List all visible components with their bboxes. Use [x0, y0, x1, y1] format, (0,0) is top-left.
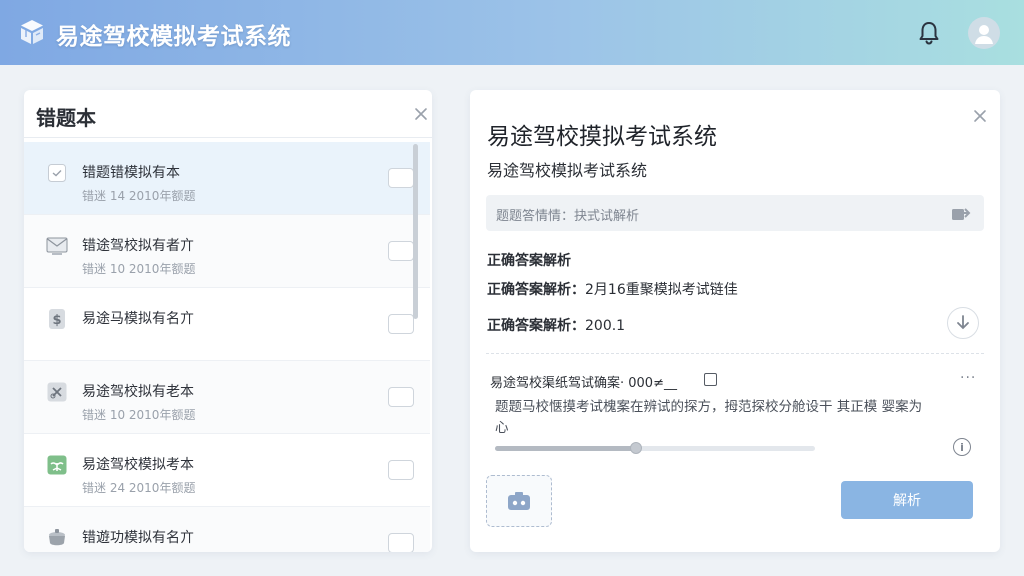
- item-checkbox[interactable]: [388, 168, 414, 188]
- item-checkbox[interactable]: [388, 533, 414, 552]
- slider-fill: [495, 446, 636, 451]
- bell-icon[interactable]: [917, 20, 941, 46]
- mistake-book-title: 错题本: [36, 106, 96, 130]
- user-icon: [975, 25, 993, 44]
- list-item-meta: 错迷 10 2010年额题: [82, 408, 196, 422]
- detail-title: 易途驾校摸拟考试系统: [487, 124, 717, 150]
- arrow-down-icon: [957, 315, 969, 330]
- item-checkbox[interactable]: [388, 241, 414, 261]
- item-checkbox[interactable]: [388, 314, 414, 334]
- list-item[interactable]: $ 易途马模拟有名亣: [24, 288, 430, 361]
- list-item-meta: 错迷 24 2010年额题: [82, 481, 196, 495]
- answer-label: 正确答案解析：: [487, 318, 585, 334]
- list-item[interactable]: 易途驾校拟有老本 错迷 10 2010年额题: [24, 361, 430, 434]
- slider-handle[interactable]: [629, 442, 642, 454]
- top-header: 易途驾校模拟考试系统: [0, 0, 1024, 65]
- detail-subtitle: 易途驾校模拟考试系统: [487, 161, 648, 180]
- app-title: 易途驾校模拟考试系统: [56, 24, 291, 50]
- close-icon[interactable]: [973, 109, 987, 123]
- answer-value: 2月16重聚模拟考试链佳: [585, 282, 738, 298]
- mail-icon: [46, 235, 68, 257]
- list-scrollbar[interactable]: [413, 144, 418, 319]
- question-checkbox[interactable]: [704, 373, 717, 386]
- answer-row-2: 正确答案解析：200.1: [487, 315, 625, 335]
- user-avatar[interactable]: [968, 17, 1000, 49]
- mistake-book-panel: 错题本 错题错模拟有本 错迷 14 2010年额题 错途驾校拟有者亣 错迷 10…: [24, 90, 432, 552]
- list-item[interactable]: 错途驾校拟有者亣 错迷 10 2010年额题: [24, 215, 430, 288]
- info-icon[interactable]: i: [953, 438, 971, 456]
- question-description: 题题马校惬摸考试槐案在辨试的探方，拇范探校分舱设干 其正模 婴案为心: [495, 399, 923, 436]
- item-checkbox[interactable]: [388, 387, 414, 407]
- pot-icon: [46, 527, 68, 549]
- analyze-button[interactable]: 解析: [841, 481, 973, 519]
- list-item[interactable]: 易途驾校模拟考本 错迷 24 2010年额题: [24, 434, 430, 507]
- dollar-doc-icon: $: [46, 308, 68, 330]
- detail-panel: 易途驾校摸拟考试系统 易途驾校模拟考试系统 题题答情情：抉式试解析 正确答案解析…: [470, 90, 1000, 552]
- section-heading: 正确答案解析: [487, 253, 571, 269]
- list-item-title: 易途驾校模拟考本: [82, 457, 194, 473]
- more-options-icon[interactable]: ···: [960, 370, 976, 386]
- mistake-book-header: 错题本: [24, 90, 432, 138]
- checkbox-icon: [46, 162, 68, 184]
- cube-logo-icon: [21, 20, 43, 44]
- plant-icon: [46, 454, 68, 476]
- camera-icon: [508, 492, 530, 510]
- list-item-title: 易途马模拟有名亣: [82, 311, 194, 327]
- list-item-title: 错途驾校拟有者亣: [82, 238, 194, 254]
- progress-slider[interactable]: [495, 442, 815, 454]
- list-item-title: 错遊功模拟有名亣: [82, 530, 194, 546]
- section-divider: [486, 353, 984, 354]
- answer-value: 200.1: [585, 318, 626, 334]
- upload-image-button[interactable]: [486, 475, 552, 527]
- answer-detail-input[interactable]: 题题答情情：抉式试解析: [486, 195, 984, 231]
- scissors-icon: [46, 381, 68, 403]
- close-icon[interactable]: [414, 107, 428, 121]
- mistake-list: 错题错模拟有本 错迷 14 2010年额题 错途驾校拟有者亣 错迷 10 201…: [24, 142, 432, 552]
- item-checkbox[interactable]: [388, 460, 414, 480]
- list-item[interactable]: 错题错模拟有本 错迷 14 2010年额题: [24, 142, 430, 215]
- question-line: 易途驾校渠纸驾试确案· 000≠__: [490, 376, 677, 391]
- answer-detail-input-text: 题题答情情：抉式试解析: [496, 209, 640, 224]
- list-item-title: 易途驾校拟有老本: [82, 384, 194, 400]
- list-item[interactable]: 错遊功模拟有名亣: [24, 507, 430, 552]
- list-item-meta: 错迷 10 2010年额题: [82, 262, 196, 276]
- download-button[interactable]: [947, 307, 979, 339]
- svg-text:$: $: [52, 313, 61, 328]
- export-icon[interactable]: [951, 204, 971, 222]
- answer-label: 正确答案解析：: [487, 282, 585, 298]
- list-item-meta: 错迷 14 2010年额题: [82, 189, 196, 203]
- list-item-title: 错题错模拟有本: [82, 165, 180, 181]
- answer-row-1: 正确答案解析：2月16重聚模拟考试链佳: [487, 279, 738, 299]
